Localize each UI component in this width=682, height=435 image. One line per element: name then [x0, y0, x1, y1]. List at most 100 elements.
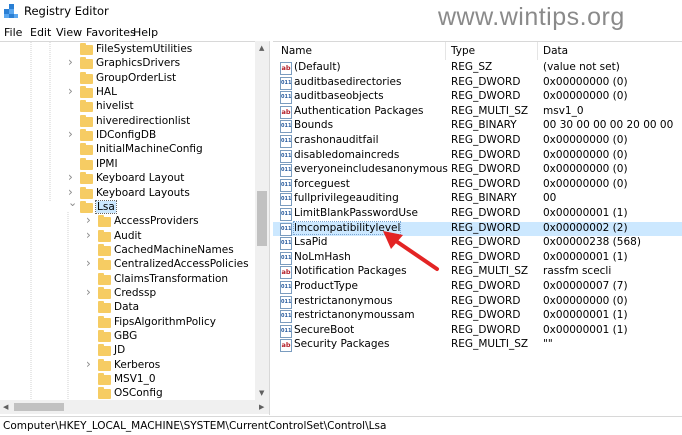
folder-icon [80, 57, 93, 70]
tree-scroll-thumb[interactable] [257, 191, 267, 246]
folder-icon [98, 286, 111, 299]
menu-favorites[interactable]: Favorites [86, 26, 136, 39]
column-separator[interactable] [537, 42, 538, 60]
tree-item[interactable]: hivelist [0, 100, 254, 114]
value-row[interactable]: ab (Default) REG_SZ (value not set) [273, 61, 682, 75]
scroll-up-arrow-icon[interactable]: ▲ [259, 44, 264, 52]
value-row[interactable]: 011 forceguest REG_DWORD 0x00000000 (0) [273, 178, 682, 192]
value-row[interactable]: 011 auditbasedirectories REG_DWORD 0x000000… [273, 76, 682, 90]
tree-item-label: CentralizedAccessPolicies [114, 258, 249, 271]
expand-chevron-icon[interactable]: › [86, 213, 91, 227]
column-header-name[interactable]: Name [281, 45, 312, 57]
scroll-right-arrow-icon[interactable]: ▶ [259, 403, 264, 411]
tree-item[interactable]: › HAL [0, 84, 254, 100]
collapse-chevron-icon[interactable]: ⌄ [68, 196, 77, 209]
value-row[interactable]: ab Authentication Packages REG_MULTI_SZ msv… [273, 105, 682, 119]
value-type: REG_BINARY [451, 192, 517, 205]
tree-item[interactable]: CachedMachineNames [0, 243, 254, 258]
value-row[interactable]: 011 NoLmHash REG_DWORD 0x00000001 (1) [273, 251, 682, 265]
tree-item[interactable]: JD [0, 344, 254, 358]
value-data: 0x00000007 (7) [543, 280, 628, 292]
tree-item[interactable]: › Kerberos [0, 357, 254, 373]
expand-chevron-icon[interactable]: › [86, 228, 91, 242]
tree-item[interactable]: › GraphicsDrivers [0, 55, 254, 71]
expand-chevron-icon[interactable]: › [68, 127, 73, 141]
tree-item[interactable]: › CentralizedAccessPolicies [0, 256, 254, 272]
value-data: 0x00000001 (1) [543, 323, 628, 336]
folder-icon [80, 172, 93, 185]
tree-item[interactable]: › Audit [0, 228, 254, 244]
tree-item-label: Lsa [95, 199, 117, 214]
tree-item[interactable]: FipsAlgorithmPolicy [0, 315, 254, 330]
tree-vertical-scrollbar[interactable]: ▲ ▼ [255, 41, 269, 400]
value-row[interactable]: 011 lmcompatibilitylevel REG_DWORD 0x000000… [273, 220, 682, 236]
key-tree-pane[interactable]: FileSystemUtilities › GraphicsDrivers Group… [0, 41, 270, 415]
tree-hscroll-thumb[interactable] [14, 403, 64, 411]
tree-item[interactable]: hiveredirectionlist [0, 114, 254, 129]
value-data: 0x00000001 (1) [543, 207, 628, 219]
value-row[interactable]: 011 SecureBoot REG_DWORD 0x00000001 (1) [273, 324, 682, 338]
tree-item[interactable]: InitialMachineConfig [0, 143, 254, 157]
folder-icon [80, 129, 93, 142]
value-name: (Default) [294, 61, 341, 73]
values-pane[interactable]: Name Type Data ab (Default) REG_SZ (value n… [273, 41, 682, 415]
tree-item[interactable]: ClaimsTransformation [0, 272, 254, 287]
menu-edit[interactable]: Edit [30, 26, 51, 39]
expand-chevron-icon[interactable]: › [86, 357, 91, 371]
value-row[interactable]: 011 restrictanonymous REG_DWORD 0x00000000 … [273, 295, 682, 309]
column-header-data[interactable]: Data [543, 45, 568, 57]
expand-chevron-icon[interactable]: › [68, 84, 73, 98]
tree-item[interactable]: › Credssp [0, 285, 254, 301]
value-name: LimitBlankPasswordUse [294, 207, 418, 219]
menu-help[interactable]: Help [133, 26, 158, 39]
expand-chevron-icon[interactable]: › [68, 170, 73, 184]
tree-item[interactable]: ⌄ Lsa [0, 196, 254, 215]
scroll-left-arrow-icon[interactable]: ◀ [3, 403, 8, 411]
tree-item[interactable]: Data [0, 301, 254, 315]
value-row[interactable]: ab Security Packages REG_MULTI_SZ "" [273, 338, 682, 353]
binary-value-icon: 011 [280, 251, 292, 265]
value-row[interactable]: 011 LimitBlankPasswordUse REG_DWORD 0x00000… [273, 207, 682, 221]
value-data: 0x00000000 (0) [543, 90, 628, 103]
value-type: REG_DWORD [451, 294, 521, 307]
scroll-down-arrow-icon[interactable]: ▼ [259, 389, 264, 397]
tree-item[interactable]: › AccessProviders [0, 213, 254, 229]
expand-chevron-icon[interactable]: › [86, 285, 91, 299]
value-row[interactable]: 011 Bounds REG_BINARY 00 30 00 00 00 20 00 … [273, 119, 682, 134]
tree-item-label: FipsAlgorithmPolicy [114, 315, 216, 328]
value-data: 0x00000000 (0) [543, 294, 628, 307]
current-key-path: Computer\HKEY_LOCAL_MACHINE\SYSTEM\Curre… [3, 420, 387, 432]
value-name: restrictanonymous [294, 294, 393, 307]
value-row[interactable]: 011 everyoneincludesanonymous REG_DWORD 0x0… [273, 163, 682, 178]
value-row[interactable]: 011 fullprivilegeauditing REG_BINARY 00 [273, 192, 682, 207]
value-row[interactable]: 011 LsaPid REG_DWORD 0x00000238 (568) [273, 236, 682, 251]
column-header-type[interactable]: Type [451, 45, 475, 57]
tree-item-label: hiveredirectionlist [96, 114, 191, 127]
column-separator[interactable] [445, 42, 446, 60]
tree-item[interactable]: › Keyboard Layout [0, 170, 254, 186]
binary-value-icon: 011 [280, 178, 292, 192]
value-type: REG_DWORD [451, 309, 521, 322]
tree-horizontal-scrollbar[interactable]: ◀ ▶ [0, 400, 269, 414]
expand-chevron-icon[interactable]: › [86, 256, 91, 270]
value-row[interactable]: 011 crashonauditfail REG_DWORD 0x00000000 (… [273, 134, 682, 148]
value-row[interactable]: 011 restrictanonymoussam REG_DWORD 0x000000… [273, 309, 682, 324]
tree-item[interactable]: › IDConfigDB [0, 127, 254, 143]
menu-file[interactable]: File [4, 26, 22, 39]
folder-icon [80, 200, 93, 213]
value-row[interactable]: 011 disabledomaincreds REG_DWORD 0x00000000… [273, 149, 682, 163]
tree-item[interactable]: › Keyboard Layouts [0, 185, 254, 201]
expand-chevron-icon[interactable]: › [68, 55, 73, 69]
tree-item[interactable]: GroupOrderList [0, 71, 254, 86]
value-row[interactable]: 011 ProductType REG_DWORD 0x00000007 (7) [273, 280, 682, 294]
tree-item[interactable]: MSV1_0 [0, 373, 254, 387]
value-row[interactable]: 011 auditbaseobjects REG_DWORD 0x00000000 (… [273, 90, 682, 105]
value-row[interactable]: ab Notification Packages REG_MULTI_SZ rassf… [273, 265, 682, 280]
menu-view[interactable]: View [56, 26, 82, 39]
binary-value-icon: 011 [280, 295, 292, 309]
tree-item[interactable]: FileSystemUtilities [0, 43, 254, 57]
tree-item[interactable]: GBG [0, 330, 254, 344]
tree-item[interactable]: IPMI [0, 157, 254, 172]
tree-item-label: Audit [114, 229, 142, 242]
string-value-icon: ab [280, 62, 292, 75]
